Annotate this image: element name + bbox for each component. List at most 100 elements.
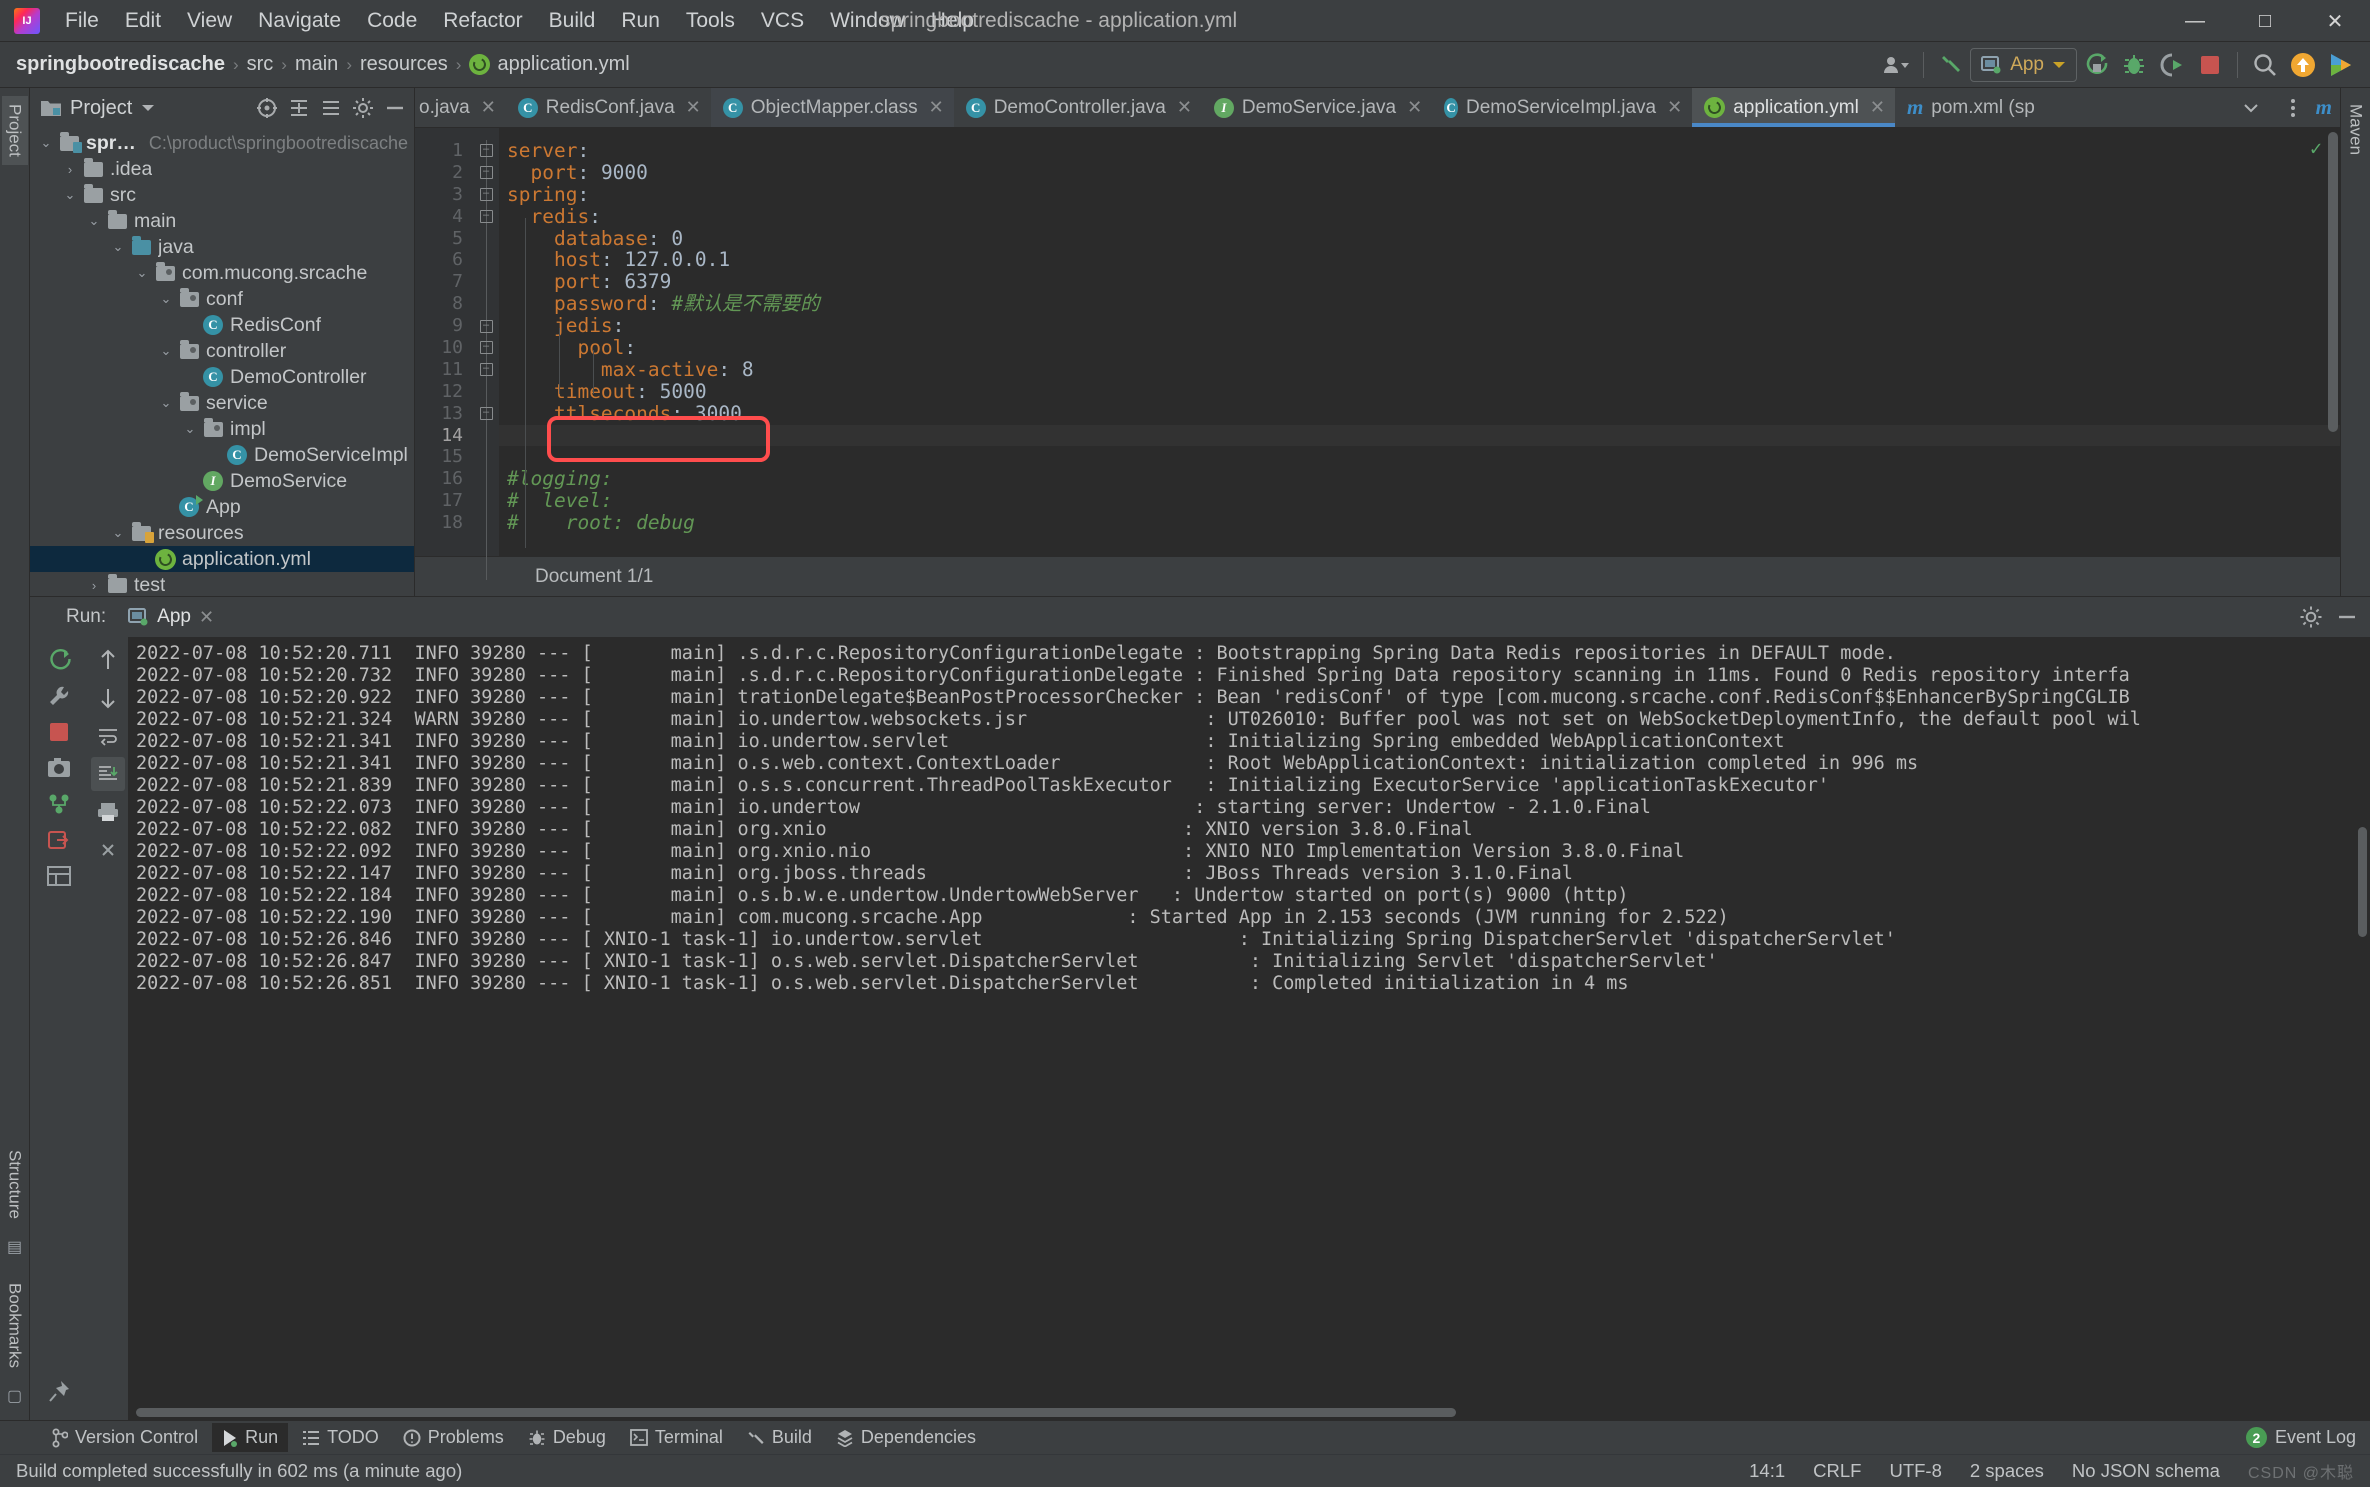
maven-tab-icon[interactable]: m — [2316, 95, 2332, 120]
print-icon[interactable] — [91, 795, 125, 829]
code-editor[interactable]: 1 2 3 4 5 6 7 8 9 10 11 12 13 14 15 16 1… — [415, 128, 2340, 580]
menu-file[interactable]: File — [52, 5, 112, 37]
menu-refactor[interactable]: Refactor — [430, 5, 535, 37]
close-icon[interactable]: ✕ — [1177, 97, 1192, 118]
caret-position[interactable]: 14:1 — [1749, 1460, 1785, 1482]
pin-icon[interactable] — [42, 1374, 76, 1408]
menu-code[interactable]: Code — [354, 5, 430, 37]
editor-tab-objectmapper[interactable]: C ObjectMapper.class ✕ — [710, 88, 954, 127]
search-icon[interactable] — [2246, 46, 2284, 84]
close-icon[interactable]: ✕ — [1667, 97, 1682, 118]
json-schema-status[interactable]: No JSON schema — [2072, 1460, 2220, 1482]
screenshot-camera-icon[interactable] — [42, 751, 76, 785]
project-tree[interactable]: ⌄ springbootrediscache C:\product\spring… — [30, 128, 414, 596]
editor-tab-partial[interactable]: o.java ✕ — [415, 88, 506, 127]
stop-icon[interactable] — [2191, 46, 2229, 84]
debug-icon[interactable] — [2115, 46, 2153, 84]
tree-item-test[interactable]: › test — [30, 572, 414, 596]
chevron-down-icon[interactable]: ⌄ — [156, 291, 176, 307]
menu-edit[interactable]: Edit — [112, 5, 174, 37]
sidebar-item-bookmarks[interactable]: Bookmarks — [2, 1275, 28, 1376]
scroll-down-icon[interactable] — [91, 681, 125, 715]
fold-marker-icon[interactable] — [479, 144, 493, 158]
chevron-down-icon[interactable]: ⌄ — [36, 135, 56, 151]
fold-marker-icon[interactable] — [479, 166, 493, 180]
tree-item-main[interactable]: ⌄ main — [30, 208, 414, 234]
run-configuration-selector[interactable]: App — [1970, 48, 2077, 82]
scroll-up-icon[interactable] — [91, 643, 125, 677]
menu-tools[interactable]: Tools — [673, 5, 748, 37]
editor-tab-demoserviceimpl[interactable]: C DemoServiceImpl.java ✕ — [1432, 88, 1692, 127]
close-icon[interactable]: ✕ — [929, 97, 944, 118]
tree-item-service[interactable]: ⌄ service — [30, 390, 414, 416]
menu-run[interactable]: Run — [608, 5, 673, 37]
chevron-down-icon[interactable]: ⌄ — [156, 343, 176, 359]
breadcrumb-resources[interactable]: resources — [360, 53, 448, 76]
breadcrumb-main[interactable]: main — [295, 53, 338, 76]
select-opened-file-icon[interactable] — [252, 93, 282, 123]
editor-tab-democontroller[interactable]: C DemoController.java ✕ — [954, 88, 1202, 127]
gear-icon[interactable] — [2296, 602, 2326, 632]
chevron-down-icon[interactable]: ⌄ — [108, 239, 128, 255]
close-icon[interactable]: ✕ — [686, 97, 701, 118]
clear-all-icon[interactable] — [91, 833, 125, 867]
chevron-down-icon[interactable]: ⌄ — [156, 395, 176, 411]
tree-item-application-yml[interactable]: application.yml — [30, 545, 414, 573]
fold-marker-icon[interactable] — [479, 319, 493, 333]
wrench-icon[interactable] — [42, 679, 76, 713]
chevron-right-icon[interactable]: › — [84, 578, 104, 593]
run-with-coverage-icon[interactable] — [2153, 46, 2191, 84]
rerun-icon[interactable] — [42, 643, 76, 677]
more-options-icon[interactable] — [2274, 89, 2312, 127]
tree-item-controller[interactable]: ⌄ controller — [30, 338, 414, 364]
tool-window-problems[interactable]: Problems — [393, 1423, 514, 1452]
editor-tab-application-yml[interactable]: application.yml ✕ — [1692, 88, 1895, 127]
tree-item-resources[interactable]: ⌄ resources — [30, 520, 414, 546]
tree-item-project-root[interactable]: ⌄ springbootrediscache C:\product\spring… — [30, 130, 414, 156]
tree-item-java[interactable]: ⌄ java — [30, 234, 414, 260]
tool-window-dependencies[interactable]: Dependencies — [826, 1423, 986, 1452]
console-vertical-scrollbar[interactable] — [2358, 827, 2367, 937]
update-project-icon[interactable] — [2284, 46, 2322, 84]
chevron-down-icon[interactable]: ⌄ — [132, 265, 152, 281]
maximize-button[interactable]: □ — [2230, 0, 2300, 42]
code-folding-gutter[interactable] — [473, 128, 499, 580]
hide-panel-icon[interactable] — [2332, 602, 2362, 632]
run-icon[interactable] — [2077, 46, 2115, 84]
gear-icon[interactable] — [348, 93, 378, 123]
tree-item-idea[interactable]: › .idea — [30, 156, 414, 182]
menu-vcs[interactable]: VCS — [748, 5, 817, 37]
run-session-tab[interactable]: App ✕ — [120, 603, 222, 631]
indent-setting[interactable]: 2 spaces — [1970, 1460, 2044, 1482]
line-separator[interactable]: CRLF — [1813, 1460, 1861, 1482]
scroll-to-end-icon[interactable] — [91, 757, 125, 791]
fold-marker-icon[interactable] — [479, 363, 493, 377]
tree-item-app[interactable]: C App — [30, 494, 414, 520]
fold-marker-icon[interactable] — [479, 407, 493, 421]
chevron-down-icon[interactable]: ⌄ — [84, 213, 104, 229]
chevron-down-icon[interactable]: ⌄ — [108, 525, 128, 541]
sidebar-item-maven[interactable]: Maven — [2343, 96, 2369, 163]
minimize-button[interactable]: — — [2160, 0, 2230, 42]
tool-window-terminal[interactable]: Terminal — [620, 1423, 733, 1452]
editor-tab-demoservice[interactable]: I DemoService.java ✕ — [1202, 88, 1432, 127]
breadcrumb-src[interactable]: src — [247, 53, 274, 76]
user-settings-icon[interactable] — [1877, 46, 1915, 84]
close-icon[interactable]: ✕ — [1870, 97, 1885, 118]
tree-item-conf[interactable]: ⌄ conf — [30, 286, 414, 312]
menu-build[interactable]: Build — [536, 5, 609, 37]
menu-navigate[interactable]: Navigate — [245, 5, 354, 37]
expand-all-icon[interactable] — [284, 93, 314, 123]
tool-window-debug[interactable]: Debug — [518, 1423, 616, 1452]
sidebar-item-structure[interactable]: Structure — [2, 1142, 28, 1227]
thread-dump-icon[interactable] — [42, 787, 76, 821]
tool-window-build[interactable]: Build — [737, 1423, 822, 1452]
breadcrumb-file[interactable]: application.yml — [497, 53, 629, 76]
tree-item-redisconf[interactable]: C RedisConf — [30, 312, 414, 338]
console-horizontal-scrollbar[interactable] — [136, 1408, 1456, 1417]
tree-item-demoserviceimpl[interactable]: C DemoServiceImpl — [30, 442, 414, 468]
stop-icon[interactable] — [42, 715, 76, 749]
editor-tab-redisconf[interactable]: C RedisConf.java ✕ — [506, 88, 711, 127]
build-hammer-icon[interactable] — [1932, 46, 1970, 84]
close-session-icon[interactable] — [42, 823, 76, 857]
